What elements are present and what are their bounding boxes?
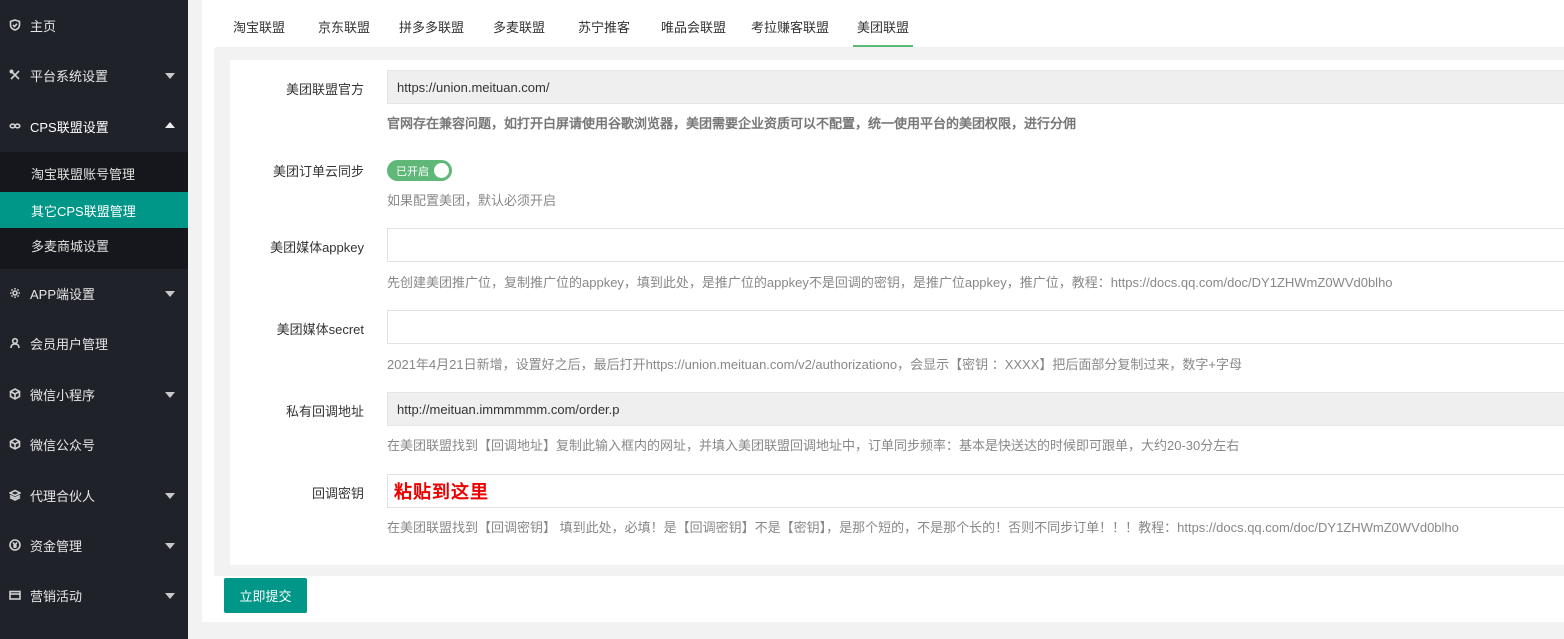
tab-vip[interactable]: 唯品会联盟 [661,17,726,36]
nav-item-funds[interactable]: 资金管理 [0,520,188,570]
nav-item-marketing[interactable]: 营销活动 [0,570,188,620]
tab-bar: 淘宝联盟 京东联盟 拼多多联盟 多麦联盟 苏宁推客 唯品会联盟 考拉赚客联盟 美… [216,0,1564,48]
callback-secret-field[interactable]: 粘贴到这里 [387,474,1564,508]
tab-jingdong[interactable]: 京东联盟 [318,17,370,36]
callback-secret-tip: 在美团联盟找到【回调密钥】 填到此处，必填！是【回调密钥】不是【密钥】，是那个短… [387,520,1459,535]
chevron-down-icon [165,593,175,599]
card-icon [8,588,22,602]
secret-tip: 2021年4月21日新增，设置好之后，最后打开https://union.mei… [387,357,1242,372]
callback-url-tip: 在美团联盟找到【回调地址】复制此输入框内的网址，并填入美团联盟回调地址中，订单同… [387,438,1240,453]
shield-icon [8,18,22,32]
sidebar: 主页 平台系统设置 CPS联盟设置 淘宝联盟账号管理 其它CPS联盟管理 多麦商… [0,0,188,639]
appkey-tip: 先创建美团推广位，复制推广位的appkey，填到此处，是推广位的appkey不是… [387,275,1393,290]
nav-item-home[interactable]: 主页 [0,0,188,50]
yen-icon [8,538,22,552]
tab-taobao[interactable]: 淘宝联盟 [233,17,285,36]
secret-field[interactable] [387,310,1564,344]
subnav-item-label: 多麦商城设置 [31,238,110,254]
nav-item-label: 代理合伙人 [30,488,96,504]
nav-item-agents[interactable]: 代理合伙人 [0,470,188,520]
sync-toggle-text: 已开启 [396,165,429,178]
callback-secret-label: 回调密钥 [311,486,364,501]
sync-toggle[interactable]: 已开启 [387,160,452,181]
chevron-down-icon [165,493,175,499]
nav-item-label: 会员用户管理 [30,336,109,352]
nav-item-platform-settings[interactable]: 平台系统设置 [0,50,188,100]
tab-meituan[interactable]: 美团联盟 [857,17,909,36]
secret-label: 美团媒体secret [276,322,364,337]
official-url-field[interactable]: https://union.meituan.com/ [387,70,1564,104]
cube-icon [8,387,22,401]
chevron-down-icon [165,392,175,398]
nav-item-wechat-miniprogram[interactable]: 微信小程序 [0,369,188,419]
tab-kaola[interactable]: 考拉赚客联盟 [751,17,829,36]
submit-button[interactable]: 立即提交 [224,578,307,613]
nav-item-label: 资金管理 [30,538,83,554]
official-tip: 官网存在兼容问题，如打开白屏请使用谷歌浏览器，美团需要企业资质可以不配置，统一使… [387,116,1077,131]
nav-item-cps-settings[interactable]: CPS联盟设置 [0,101,188,151]
sync-label: 美团订单云同步 [272,164,364,179]
chevron-up-icon [165,122,175,128]
nav-item-label: 微信小程序 [30,387,96,403]
active-tab-indicator [853,45,913,47]
subnav-item-label: 淘宝联盟账号管理 [31,166,136,182]
chevron-down-icon [165,543,175,549]
appkey-field[interactable] [387,228,1564,262]
nav-item-label: 平台系统设置 [30,68,109,84]
callback-url-field[interactable]: http://meituan.immmmmm.com/order.p [387,392,1564,426]
chevron-down-icon [165,73,175,79]
tab-pinduoduo[interactable]: 拼多多联盟 [399,17,464,36]
link-icon [8,119,22,133]
sync-tip: 如果配置美团，默认必须开启 [387,193,557,208]
tab-suning[interactable]: 苏宁推客 [578,17,630,36]
callback-url-label: 私有回调地址 [285,404,364,419]
nav-item-label: 主页 [30,18,57,34]
nav-item-label: 微信公众号 [30,437,96,453]
subnav-item-other-cps[interactable]: 其它CPS联盟管理 [0,192,188,228]
appkey-label: 美团媒体appkey [270,240,364,255]
subnav-item-duomai-mall[interactable]: 多麦商城设置 [0,227,188,263]
nav-item-members[interactable]: 会员用户管理 [0,318,188,368]
layers-icon [8,488,22,502]
toggle-knob [434,163,449,178]
cube-icon [8,437,22,451]
user-icon [8,336,22,350]
subnav-item-taobao-accounts[interactable]: 淘宝联盟账号管理 [0,155,188,191]
tab-duomai[interactable]: 多麦联盟 [493,17,545,36]
official-label: 美团联盟官方 [285,82,364,97]
cps-subnav: 淘宝联盟账号管理 其它CPS联盟管理 多麦商城设置 [0,152,188,269]
nav-item-app-settings[interactable]: APP端设置 [0,268,188,318]
nav-item-label: APP端设置 [30,286,96,302]
nav-item-label: 营销活动 [30,588,83,604]
nav-item-wechat-official[interactable]: 微信公众号 [0,419,188,469]
gear-icon [8,286,22,300]
chevron-down-icon [165,291,175,297]
tools-icon [8,68,22,82]
subnav-item-label: 其它CPS联盟管理 [31,203,136,219]
nav-item-label: CPS联盟设置 [30,119,109,135]
